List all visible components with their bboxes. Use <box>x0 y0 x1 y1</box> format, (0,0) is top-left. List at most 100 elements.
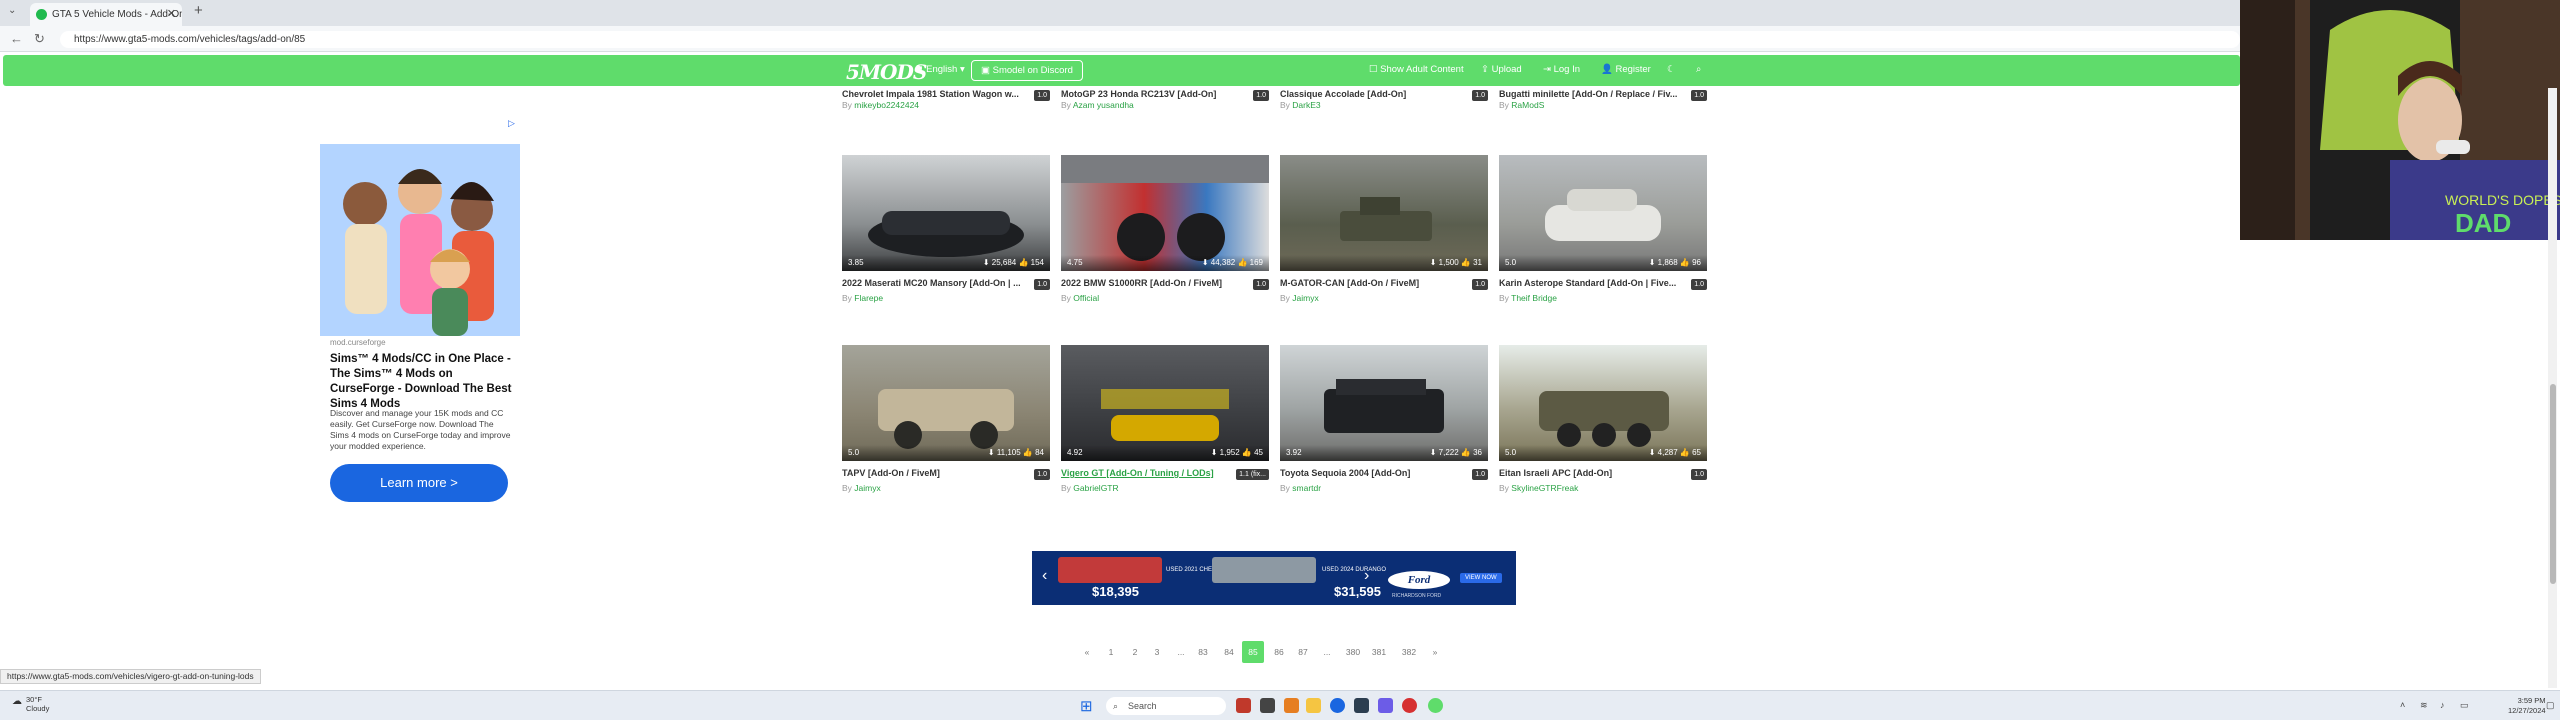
reload-icon[interactable]: ↻ <box>34 31 45 47</box>
pagination-page[interactable]: 380 <box>1342 641 1364 663</box>
upload-link[interactable]: ⇪ Upload <box>1481 64 1522 75</box>
pinned-app-icon[interactable] <box>1354 698 1369 713</box>
ad-image[interactable] <box>320 144 520 336</box>
author-link[interactable]: RaModS <box>1511 100 1544 110</box>
author-link[interactable]: SkylineGTRFreak <box>1511 483 1578 493</box>
pinned-app-icon[interactable] <box>1428 698 1443 713</box>
mod-title[interactable]: Bugatti minilette [Add-On / Replace / Fi… <box>1499 89 1689 100</box>
chrome-icon[interactable] <box>1330 698 1345 713</box>
mod-title[interactable]: Eitan Israeli APC [Add-On] <box>1499 468 1689 479</box>
mod-thumbnail[interactable]: 5.0 ⬇ 11,105 👍 84 <box>842 345 1050 461</box>
tab-list-chevron-icon[interactable]: ⌄ <box>8 5 16 16</box>
close-tab-icon[interactable]: ✕ <box>167 3 176 26</box>
mod-thumbnail[interactable]: 4.92 ⬇ 1,952 👍 45 <box>1061 345 1269 461</box>
pagination-prev[interactable]: « <box>1076 641 1098 663</box>
taskbar-search[interactable]: ⌕ Search <box>1106 697 1226 715</box>
author-link[interactable]: Azam yusandha <box>1073 100 1134 110</box>
adchoices-icon[interactable]: ▷ <box>508 118 515 129</box>
author-link[interactable]: Jaimyx <box>854 483 880 493</box>
mod-card[interactable]: Chevrolet Impala 1981 Station Wagon w...… <box>842 89 1050 111</box>
notification-icon[interactable]: ▢ <box>2546 700 2555 711</box>
author-link[interactable]: smartdr <box>1292 483 1321 493</box>
mod-title[interactable]: Karin Asterope Standard [Add-On | Five..… <box>1499 278 1689 289</box>
battery-icon[interactable]: ▭ <box>2460 700 2469 711</box>
search-icon[interactable]: ⌕ <box>1696 64 1701 75</box>
mod-thumbnail[interactable]: 5.0 ⬇ 4,287 👍 65 <box>1499 345 1707 461</box>
author-link[interactable]: GabrielGTR <box>1073 483 1118 493</box>
pinned-app-icon[interactable] <box>1284 698 1299 713</box>
mod-title[interactable]: 2022 Maserati MC20 Mansory [Add-On | ... <box>842 278 1032 289</box>
mod-card[interactable]: Bugatti minilette [Add-On / Replace / Fi… <box>1499 89 1707 111</box>
mod-card[interactable]: ⬇ 1,500 👍 31 M-GATOR-CAN [Add-On / FiveM… <box>1280 155 1488 304</box>
login-link[interactable]: ⇥ Log In <box>1543 64 1580 75</box>
banner-prev-icon[interactable]: ‹ <box>1042 567 1047 585</box>
sidebar-ad[interactable]: ▷ mod.curseforge Sims™ 4 Mods/CC in One … <box>320 116 520 518</box>
back-arrow-icon[interactable]: ← <box>10 31 23 46</box>
pinned-app-icon[interactable] <box>1378 698 1393 713</box>
pagination-next[interactable]: » <box>1424 641 1446 663</box>
scrollbar-thumb[interactable] <box>2550 384 2556 584</box>
volume-icon[interactable]: ♪ <box>2440 700 2445 710</box>
mod-card[interactable]: 5.0 ⬇ 11,105 👍 84 TAPV [Add-On / FiveM] 1.… <box>842 345 1050 494</box>
mod-card[interactable]: 4.92 ⬇ 1,952 👍 45 Vigero GT [Add-On / Tun… <box>1061 345 1269 494</box>
mod-title[interactable]: M-GATOR-CAN [Add-On / FiveM] <box>1280 278 1470 289</box>
pagination-page[interactable]: 1 <box>1100 641 1122 663</box>
mod-thumbnail[interactable]: 3.85 ⬇ 25,684 👍 154 <box>842 155 1050 271</box>
pagination-page[interactable]: 382 <box>1398 641 1420 663</box>
author-link[interactable]: mikeybo2242424 <box>854 100 919 110</box>
author-link[interactable]: Jaimyx <box>1292 293 1318 303</box>
windows-start-icon[interactable]: ⊞ <box>1080 697 1093 715</box>
pagination-page[interactable]: 85 <box>1242 641 1264 663</box>
pagination-page[interactable]: 3 <box>1146 641 1168 663</box>
discord-button[interactable]: ▣ Smodel on Discord <box>971 60 1083 81</box>
mod-card[interactable]: 5.0 ⬇ 4,287 👍 65 Eitan Israeli APC [Add-O… <box>1499 345 1707 494</box>
mod-title[interactable]: 2022 BMW S1000RR [Add-On / FiveM] <box>1061 278 1251 289</box>
mod-card[interactable]: 3.92 ⬇ 7,222 👍 36 Toyota Sequoia 2004 [Ad… <box>1280 345 1488 494</box>
theme-toggle-icon[interactable]: ☾ <box>1667 64 1676 75</box>
author-link[interactable]: Official <box>1073 293 1099 303</box>
view-now-button[interactable]: VIEW NOW <box>1460 573 1502 583</box>
ad-title[interactable]: Sims™ 4 Mods/CC in One Place - The Sims™… <box>330 352 514 412</box>
pagination-page[interactable]: 83 <box>1192 641 1214 663</box>
mod-card[interactable]: 3.85 ⬇ 25,684 👍 154 2022 Maserati MC20 Ma… <box>842 155 1050 304</box>
pinned-app-icon[interactable] <box>1402 698 1417 713</box>
mod-thumbnail[interactable]: 5.0 ⬇ 1,868 👍 96 <box>1499 155 1707 271</box>
banner-next-icon[interactable]: › <box>1364 567 1369 585</box>
pagination-page[interactable]: 87 <box>1292 641 1314 663</box>
mod-title[interactable]: Classique Accolade [Add-On] <box>1280 89 1470 100</box>
mod-title[interactable]: TAPV [Add-On / FiveM] <box>842 468 1032 479</box>
mod-thumbnail[interactable]: 4.75 ⬇ 44,382 👍 169 <box>1061 155 1269 271</box>
mod-card[interactable]: Classique Accolade [Add-On] 1.0 By DarkE… <box>1280 89 1488 111</box>
pagination-page[interactable]: 84 <box>1218 641 1240 663</box>
url-field[interactable]: https://www.gta5-mods.com/vehicles/tags/… <box>60 31 2240 48</box>
mod-card[interactable]: 5.0 ⬇ 1,868 👍 96 Karin Asterope Standard … <box>1499 155 1707 304</box>
file-explorer-icon[interactable] <box>1306 698 1321 713</box>
mod-title[interactable]: Vigero GT [Add-On / Tuning / LODs] <box>1061 468 1251 479</box>
language-selector[interactable]: ⚑ English ▾ <box>915 64 965 75</box>
pagination-page[interactable]: 86 <box>1268 641 1290 663</box>
author-link[interactable]: Theif Bridge <box>1511 293 1557 303</box>
mod-title[interactable]: Toyota Sequoia 2004 [Add-On] <box>1280 468 1470 479</box>
mod-thumbnail[interactable]: 3.92 ⬇ 7,222 👍 36 <box>1280 345 1488 461</box>
browser-tab[interactable]: GTA 5 Vehicle Mods - Add-On - GTA5-Mods.… <box>30 3 182 26</box>
register-link[interactable]: 👤 Register <box>1601 64 1651 75</box>
pagination-page[interactable]: 381 <box>1368 641 1390 663</box>
pinned-app-icon[interactable] <box>1236 698 1251 713</box>
mod-card[interactable]: MotoGP 23 Honda RC213V [Add-On] 1.0 By A… <box>1061 89 1269 111</box>
mod-card[interactable]: 4.75 ⬇ 44,382 👍 169 2022 BMW S1000RR [Add… <box>1061 155 1269 304</box>
author-link[interactable]: Flarepe <box>854 293 883 303</box>
learn-more-button[interactable]: Learn more > <box>330 464 508 502</box>
new-tab-button[interactable]: + <box>194 2 203 19</box>
mod-title[interactable]: MotoGP 23 Honda RC213V [Add-On] <box>1061 89 1251 100</box>
bottom-banner-ad[interactable]: ‹ USED 2021 CHEROKEE $18,395 USED 2024 D… <box>1032 551 1516 605</box>
mod-title[interactable]: Chevrolet Impala 1981 Station Wagon w... <box>842 89 1032 100</box>
pagination-page[interactable]: 2 <box>1124 641 1146 663</box>
author-link[interactable]: DarkE3 <box>1292 100 1320 110</box>
task-view-icon[interactable] <box>1260 698 1275 713</box>
wifi-icon[interactable]: ≋ <box>2420 700 2428 711</box>
chevron-up-icon[interactable]: ˄ <box>2400 700 2405 710</box>
adult-content-toggle[interactable]: ☐ Show Adult Content <box>1369 64 1464 75</box>
system-clock[interactable]: 3:59 PM 12/27/2024 <box>2508 696 2546 716</box>
mod-thumbnail[interactable]: ⬇ 1,500 👍 31 <box>1280 155 1488 271</box>
weather-widget[interactable]: ☁ 30°F Cloudy <box>12 695 49 713</box>
